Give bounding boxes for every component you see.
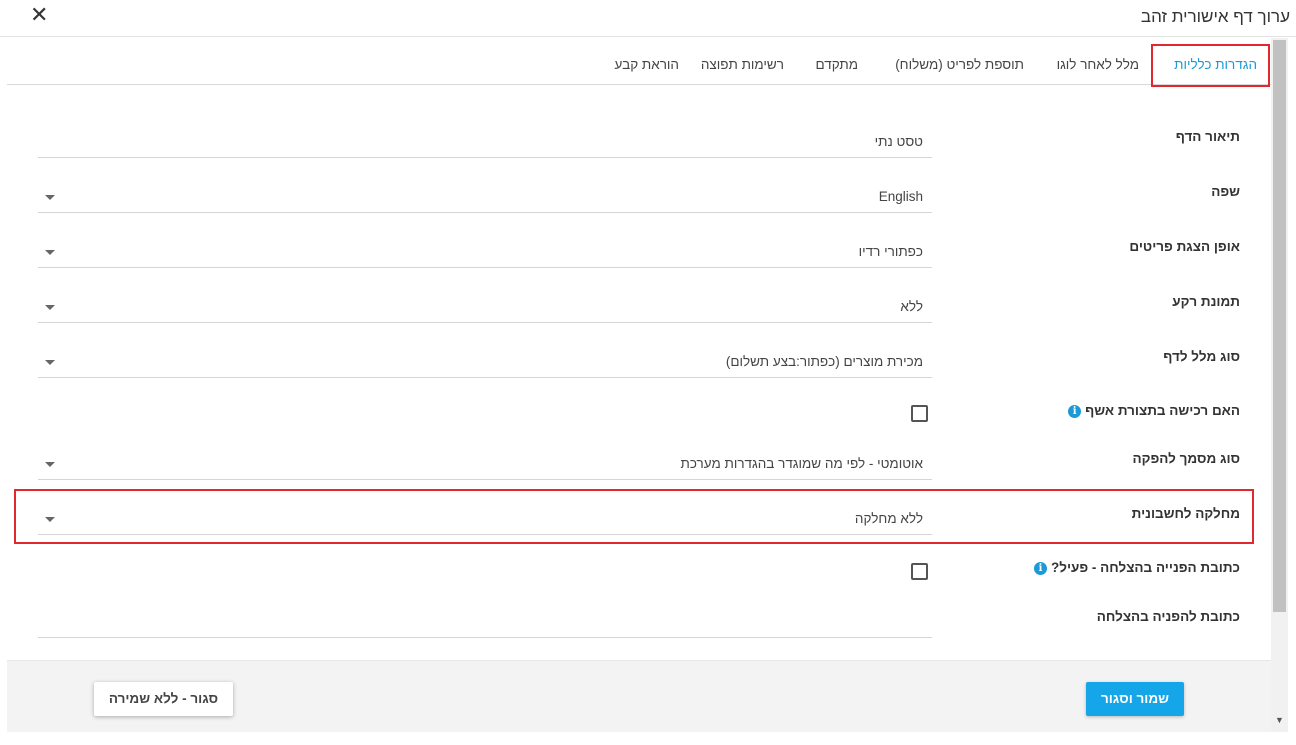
tab-standing-order[interactable]: הוראת קבע	[615, 57, 679, 72]
success-redirect-url-input[interactable]	[38, 608, 932, 638]
chevron-down-icon	[45, 305, 55, 310]
items-display-label: אופן הצגת פריטים	[1129, 239, 1240, 254]
page-text-type-value: מכירת מוצרים (כפתור:בצע תשלום)	[725, 354, 923, 369]
chevron-down-icon	[45, 360, 55, 365]
background-image-select[interactable]: ללא	[38, 293, 932, 323]
language-label: שפה	[1211, 184, 1240, 199]
page-text-type-select[interactable]: מכירת מוצרים (כפתור:בצע תשלום)	[38, 348, 932, 378]
chevron-down-icon	[45, 250, 55, 255]
confirm-purchase-checkbox[interactable]	[911, 405, 928, 422]
chevron-down-icon	[45, 195, 55, 200]
language-value: English	[878, 189, 923, 204]
save-and-close-button[interactable]: שמור וסגור	[1086, 682, 1184, 716]
document-type-select[interactable]: אוטומטי - לפי מה שמוגדר בהגדרות מערכת	[38, 450, 932, 480]
chevron-down-icon	[45, 462, 55, 467]
tab-item-addon-shipping[interactable]: תוספת לפריט (משלוח)	[895, 57, 1024, 72]
active-tab-highlight	[1151, 44, 1270, 87]
info-icon[interactable]: i	[1034, 562, 1047, 575]
page-description-label: תיאור הדף	[1175, 129, 1240, 144]
page-description-input[interactable]: טסט נתי	[38, 128, 932, 158]
accounting-department-highlight	[14, 489, 1254, 544]
items-display-select[interactable]: כפתורי רדיו	[38, 238, 932, 268]
scrollbar-thumb[interactable]	[1273, 40, 1286, 612]
success-redirect-active-checkbox[interactable]	[911, 563, 928, 580]
form-content: תיאור הדף טסט נתי שפה English אופן הצגת …	[7, 86, 1271, 660]
tab-mailing-lists[interactable]: רשימות תפוצה	[701, 57, 784, 72]
tab-advanced[interactable]: מתקדם	[815, 57, 858, 72]
items-display-value: כפתורי רדיו	[858, 244, 923, 259]
background-image-label: תמונת רקע	[1172, 294, 1240, 309]
document-type-label: סוג מסמך להפקה	[1132, 451, 1240, 466]
background-image-value: ללא	[900, 299, 923, 314]
dialog-header: ערוך דף אישורית זהב ✕	[0, 0, 1296, 37]
page-text-type-label: סוג מלל לדף	[1163, 349, 1240, 364]
success-redirect-url-label: כתובת להפניה בהצלחה	[1096, 609, 1240, 624]
close-icon[interactable]: ✕	[30, 4, 48, 26]
info-icon[interactable]: i	[1068, 405, 1082, 418]
tab-bar: הגדרות כלליות מלל לאחר לוגו תוספת לפריט …	[7, 44, 1271, 85]
page-description-value: טסט נתי	[874, 134, 923, 149]
success-redirect-active-label: כתובת הפנייה בהצלחה - פעיל? i	[1034, 560, 1240, 575]
tab-text-after-logo[interactable]: מלל לאחר לוגו	[1057, 57, 1139, 72]
dialog-footer: סגור - ללא שמירה שמור וסגור	[7, 660, 1271, 732]
close-without-save-button[interactable]: סגור - ללא שמירה	[94, 682, 233, 716]
document-type-value: אוטומטי - לפי מה שמוגדר בהגדרות מערכת	[680, 456, 923, 471]
confirm-purchase-label-text: האם רכישה בתצורת אשף	[1085, 403, 1240, 418]
dialog-title: ערוך דף אישורית זהב	[1140, 7, 1290, 26]
scroll-down-icon[interactable]: ▼	[1275, 715, 1284, 725]
success-redirect-active-label-text: כתובת הפנייה בהצלחה - פעיל?	[1051, 560, 1240, 575]
language-select[interactable]: English	[38, 183, 932, 213]
confirm-purchase-label: האם רכישה בתצורת אשףi	[1068, 403, 1240, 418]
